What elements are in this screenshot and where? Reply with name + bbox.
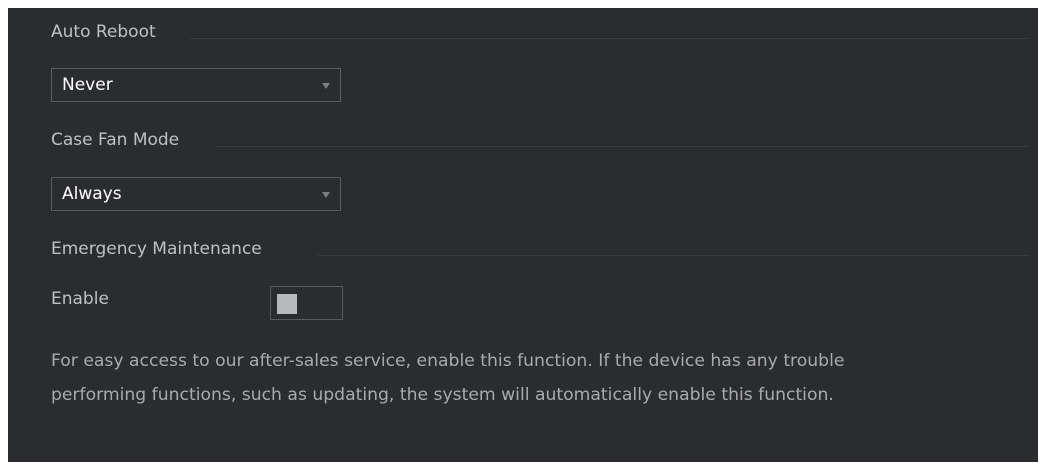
- description-line-1: For easy access to our after-sales servi…: [51, 351, 845, 371]
- auto-reboot-dropdown[interactable]: Never: [51, 68, 341, 102]
- case-fan-mode-dropdown[interactable]: Always: [51, 177, 341, 211]
- case-fan-mode-selected: Always: [62, 184, 122, 204]
- maintenance-settings-panel: Auto Reboot Never Case Fan Mode Always E…: [8, 8, 1038, 462]
- case-fan-mode-title: Case Fan Mode: [51, 128, 179, 152]
- emergency-maintenance-divider: [318, 255, 1028, 256]
- chevron-down-icon: [322, 192, 330, 198]
- auto-reboot-selected: Never: [62, 75, 113, 95]
- auto-reboot-title-text: Auto Reboot: [51, 22, 156, 42]
- chevron-down-icon: [322, 83, 330, 89]
- toggle-knob: [277, 294, 297, 314]
- case-fan-mode-divider: [216, 146, 1028, 147]
- description-line-2: performing functions, such as updating, …: [51, 385, 834, 405]
- enable-label: Enable: [51, 289, 109, 309]
- emergency-maintenance-toggle[interactable]: [270, 286, 343, 320]
- emergency-maintenance-title: Emergency Maintenance: [51, 237, 262, 261]
- auto-reboot-divider: [190, 38, 1028, 39]
- auto-reboot-title: Auto Reboot: [51, 20, 156, 44]
- case-fan-mode-title-text: Case Fan Mode: [51, 130, 180, 150]
- emergency-maintenance-title-text: Emergency Maintenance: [51, 239, 262, 259]
- emergency-maintenance-description: For easy access to our after-sales servi…: [51, 344, 1036, 412]
